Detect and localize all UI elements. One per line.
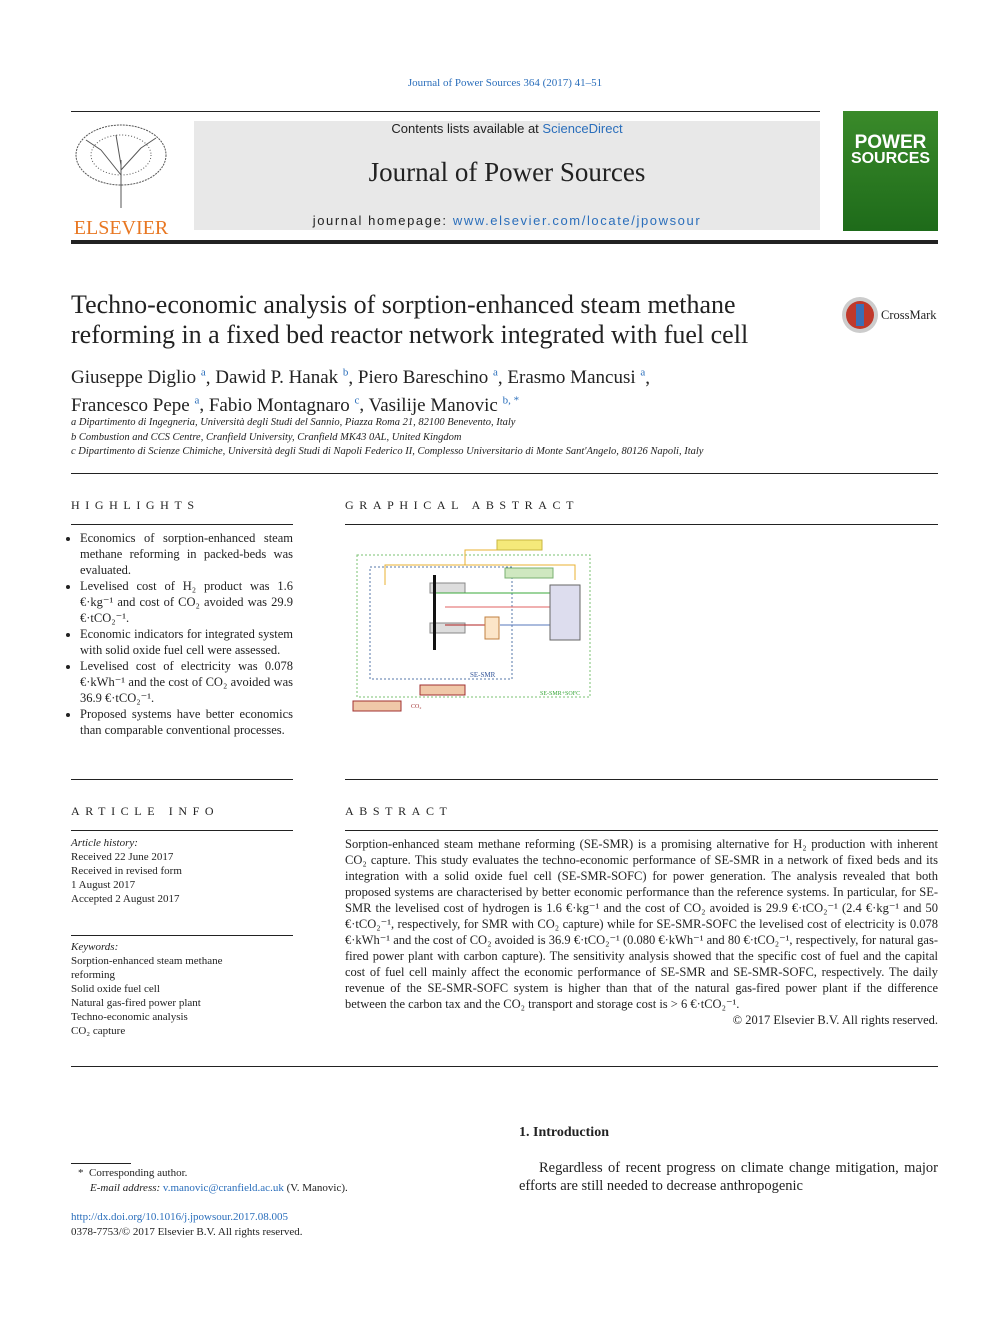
footnote: * Corresponding author. E-mail address: … <box>78 1166 348 1196</box>
email-label: E-mail address: <box>90 1182 163 1194</box>
divider <box>71 935 293 936</box>
author[interactable]: Fabio Montagnaro c <box>209 394 360 415</box>
intro-text: Regardless of recent progress on climate… <box>519 1160 938 1194</box>
graphical-abstract-figure[interactable]: SE-SMR SE-SMR+SOFC CO₂ <box>345 535 595 720</box>
abstract-body: Sorption-enhanced steam methane reformin… <box>345 836 938 1028</box>
article-info-heading: ARTICLE INFO <box>71 804 220 818</box>
keyword: Natural gas-fired power plant <box>71 997 201 1009</box>
journal-reference[interactable]: Journal of Power Sources 364 (2017) 41–5… <box>0 77 992 89</box>
divider <box>71 111 820 112</box>
author[interactable]: Giuseppe Diglio a <box>71 367 206 388</box>
highlights-list: Economics of sorption-enhanced steam met… <box>71 530 293 738</box>
highlight-item: Levelised cost of H₂ product was 1.6 €·k… <box>80 578 293 626</box>
label-box <box>496 539 543 551</box>
fuel-cell <box>549 584 581 641</box>
highlight-item: Levelised cost of electricity was 0.078 … <box>80 658 293 706</box>
keyword: Techno-economic analysis <box>71 1011 188 1023</box>
copyright: © 2017 Elsevier B.V. All rights reserved… <box>732 1013 938 1027</box>
issn-line: 0378-7753/© 2017 Elsevier B.V. All right… <box>71 1226 303 1238</box>
article-title: Techno-economic analysis of sorption-enh… <box>71 290 749 349</box>
article-history: Article history: Received 22 June 2017 R… <box>71 836 182 906</box>
elsevier-wordmark: ELSEVIER <box>73 217 169 239</box>
keywords: Keywords: Sorption-enhanced steam methan… <box>71 940 223 1038</box>
history-entry: 1 August 2017 <box>71 879 136 891</box>
cover-title: POWER SOURCES <box>850 132 931 167</box>
keywords-label: Keywords: <box>71 941 119 953</box>
thick-divider <box>71 240 938 244</box>
highlight-item: Economics of sorption-enhanced steam met… <box>80 530 293 578</box>
affiliation: a Dipartimento di Ingegneria, Università… <box>71 417 516 428</box>
affiliation: b Combustion and CCS Centre, Cranfield U… <box>71 431 462 443</box>
crossmark-badge[interactable]: CrossMark <box>841 296 937 339</box>
journal-banner: Contents lists available at ScienceDirec… <box>194 121 820 230</box>
journal-name: Journal of Power Sources <box>368 157 646 187</box>
author[interactable]: Vasilije Manovic b, * <box>369 394 520 415</box>
label-box <box>352 700 402 712</box>
contents-line: Contents lists available at ScienceDirec… <box>194 121 820 136</box>
homepage-prefix: journal homepage: <box>312 213 453 228</box>
divider <box>71 524 293 525</box>
introduction: 1. Introduction Regardless of recent pro… <box>519 1125 938 1195</box>
highlight-item: Proposed systems have better economics t… <box>80 706 293 738</box>
affiliations: a Dipartimento di Ingegneria, Università… <box>71 416 703 460</box>
se-smr-sofc-label: SE-SMR+SOFC <box>540 691 580 697</box>
author[interactable]: Piero Bareschino a <box>358 367 498 388</box>
keyword: Solid oxide fuel cell <box>71 983 160 995</box>
divider <box>71 473 938 474</box>
divider <box>71 779 293 780</box>
email-link[interactable]: v.manovic@cranfield.ac.uk <box>163 1182 284 1194</box>
keyword: CO₂ capture <box>71 1025 126 1037</box>
homepage-line: journal homepage: www.elsevier.com/locat… <box>194 213 820 228</box>
corresponding-author-note: Corresponding author. <box>89 1167 188 1179</box>
manifold <box>433 575 436 650</box>
sciencedirect-link[interactable]: ScienceDirect <box>542 121 622 136</box>
highlights-heading: HIGHLIGHTS <box>71 498 200 512</box>
keyword: reforming <box>71 969 115 981</box>
burner <box>484 616 500 640</box>
divider <box>71 1066 938 1067</box>
intro-heading: 1. Introduction <box>519 1125 609 1140</box>
history-entry: Received 22 June 2017 <box>71 851 174 863</box>
divider <box>345 830 938 831</box>
abstract-text: Sorption-enhanced steam methane reformin… <box>345 837 938 1011</box>
label-box <box>504 567 554 579</box>
footnote-marker: * <box>78 1167 84 1179</box>
abstract-heading: ABSTRACT <box>345 804 453 818</box>
doi-link[interactable]: http://dx.doi.org/10.1016/j.jpowsour.201… <box>71 1211 288 1223</box>
label-box <box>419 684 466 696</box>
crossmark-icon <box>842 297 878 333</box>
contents-prefix: Contents lists available at <box>391 121 543 136</box>
homepage-link[interactable]: www.elsevier.com/locate/jpowsour <box>453 213 701 228</box>
graphical-abstract-heading: GRAPHICAL ABSTRACT <box>345 498 580 512</box>
crossmark-label: CrossMark <box>881 308 937 322</box>
elsevier-logo: ELSEVIER <box>71 120 171 239</box>
divider <box>71 830 293 831</box>
author-list: Giuseppe Diglio a, Dawid P. Hanak b, Pie… <box>71 367 651 416</box>
journal-cover[interactable]: POWER SOURCES <box>843 111 938 231</box>
paper-page: Journal of Power Sources 364 (2017) 41–5… <box>0 0 992 1323</box>
divider <box>345 779 938 780</box>
author[interactable]: Erasmo Mancusi a <box>507 367 645 388</box>
se-smr-label: SE-SMR <box>470 671 496 679</box>
footnote-rule <box>71 1163 131 1164</box>
co2-label: CO₂ <box>411 704 421 710</box>
email-suffix: (V. Manovic). <box>283 1182 348 1194</box>
history-entry: Accepted 2 August 2017 <box>71 893 180 905</box>
keyword: Sorption-enhanced steam methane <box>71 955 223 967</box>
divider <box>345 524 938 525</box>
history-entry: Received in revised form <box>71 865 182 877</box>
history-label: Article history: <box>71 837 138 849</box>
author[interactable]: Francesco Pepe a <box>71 394 199 415</box>
elsevier-tree-icon <box>71 120 171 210</box>
author[interactable]: Dawid P. Hanak b <box>215 367 348 388</box>
affiliation: c Dipartimento di Scienze Chimiche, Univ… <box>71 446 704 457</box>
highlight-item: Economic indicators for integrated syste… <box>80 626 293 658</box>
